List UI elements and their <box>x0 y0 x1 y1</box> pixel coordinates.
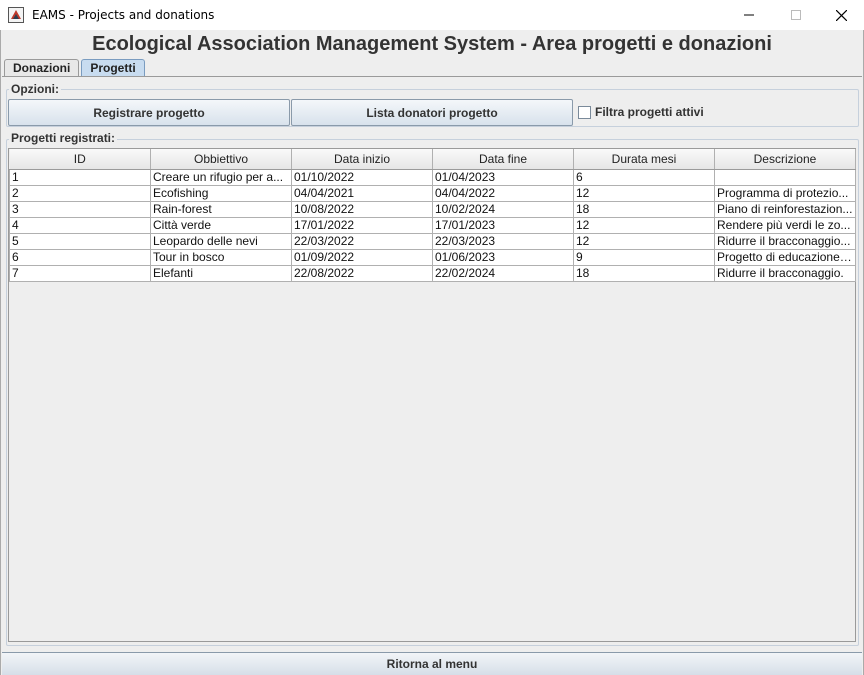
cell-durata-mesi[interactable]: 18 <box>573 264 715 282</box>
app-icon <box>8 7 24 23</box>
cell-descrizione[interactable]: Programma di protezio... <box>714 184 856 202</box>
cell-durata-mesi[interactable]: 12 <box>573 216 715 234</box>
cell-durata-mesi[interactable]: 12 <box>573 184 715 202</box>
cell-data-fine[interactable]: 22/03/2023 <box>432 232 574 250</box>
cell-data-fine[interactable]: 17/01/2023 <box>432 216 574 234</box>
cell-obbiettivo[interactable]: Creare un rifugio per a... <box>150 168 292 186</box>
cell-id[interactable]: 4 <box>9 216 151 234</box>
filter-active-label: Filtra progetti attivi <box>595 105 704 119</box>
maximize-button[interactable] <box>773 0 819 30</box>
close-button[interactable] <box>818 0 864 30</box>
table-row[interactable]: 3 Rain-forest 10/08/2022 10/02/2024 18 P… <box>9 200 856 218</box>
tab-bar: Donazioni Progetti <box>4 59 147 77</box>
cell-descrizione[interactable]: Piano di reinforestazion... <box>714 200 856 218</box>
table-row[interactable]: 1 Creare un rifugio per a... 01/10/2022 … <box>9 168 856 186</box>
tab-progetti[interactable]: Progetti <box>81 59 145 77</box>
cell-data-inizio[interactable]: 01/09/2022 <box>291 248 433 266</box>
close-icon <box>835 9 847 21</box>
cell-obbiettivo[interactable]: Città verde <box>150 216 292 234</box>
projects-table: ID Obbiettivo Data inizio Data fine Dura… <box>9 149 856 282</box>
tab-divider <box>2 76 862 77</box>
cell-data-fine[interactable]: 01/04/2023 <box>432 168 574 186</box>
options-label: Opzioni: <box>9 82 61 96</box>
cell-id[interactable]: 2 <box>9 184 151 202</box>
title-bar: EAMS - Projects and donations <box>0 0 864 30</box>
cell-data-fine[interactable]: 04/04/2022 <box>432 184 574 202</box>
cell-data-fine[interactable]: 10/02/2024 <box>432 200 574 218</box>
cell-descrizione[interactable]: Rendere più verdi le zo... <box>714 216 856 234</box>
table-row[interactable]: 7 Elefanti 22/08/2022 22/02/2024 18 Ridu… <box>9 264 856 282</box>
table-header-row: ID Obbiettivo Data inizio Data fine Dura… <box>9 149 856 170</box>
cell-obbiettivo[interactable]: Leopardo delle nevi <box>150 232 292 250</box>
table-row[interactable]: 2 Ecofishing 04/04/2021 04/04/2022 12 Pr… <box>9 184 856 202</box>
cell-id[interactable]: 7 <box>9 264 151 282</box>
cell-id[interactable]: 6 <box>9 248 151 266</box>
project-donors-button[interactable]: Lista donatori progetto <box>291 99 573 126</box>
cell-durata-mesi[interactable]: 18 <box>573 200 715 218</box>
cell-durata-mesi[interactable]: 9 <box>573 248 715 266</box>
column-header-descrizione[interactable]: Descrizione <box>714 149 856 170</box>
table-row[interactable]: 5 Leopardo delle nevi 22/03/2022 22/03/2… <box>9 232 856 250</box>
tab-donazioni[interactable]: Donazioni <box>4 59 80 77</box>
cell-descrizione[interactable] <box>714 168 856 186</box>
cell-descrizione[interactable]: Ridurre il bracconaggio. <box>714 264 856 282</box>
cell-data-inizio[interactable]: 01/10/2022 <box>291 168 433 186</box>
cell-descrizione[interactable]: Ridurre il bracconaggio... <box>714 232 856 250</box>
return-to-menu-button[interactable]: Ritorna al menu <box>2 652 862 675</box>
cell-obbiettivo[interactable]: Tour in bosco <box>150 248 292 266</box>
column-header-data-fine[interactable]: Data fine <box>432 149 574 170</box>
cell-data-fine[interactable]: 01/06/2023 <box>432 248 574 266</box>
registered-projects-label: Progetti registrati: <box>9 131 118 145</box>
cell-obbiettivo[interactable]: Ecofishing <box>150 184 292 202</box>
register-project-button[interactable]: Registrare progetto <box>8 99 290 126</box>
cell-data-inizio[interactable]: 04/04/2021 <box>291 184 433 202</box>
column-header-durata-mesi[interactable]: Durata mesi <box>573 149 715 170</box>
table-row[interactable]: 6 Tour in bosco 01/09/2022 01/06/2023 9 … <box>9 248 856 266</box>
column-header-id[interactable]: ID <box>9 149 151 170</box>
cell-data-inizio[interactable]: 17/01/2022 <box>291 216 433 234</box>
column-header-obbiettivo[interactable]: Obbiettivo <box>150 149 292 170</box>
checkbox-box[interactable] <box>578 105 591 119</box>
minimize-icon <box>744 14 754 16</box>
cell-durata-mesi[interactable]: 6 <box>573 168 715 186</box>
cell-data-inizio[interactable]: 10/08/2022 <box>291 200 433 218</box>
page-title: Ecological Association Management System… <box>92 33 772 55</box>
cell-data-fine[interactable]: 22/02/2024 <box>432 264 574 282</box>
cell-descrizione[interactable]: Progetto di educazione ... <box>714 248 856 266</box>
window-title: EAMS - Projects and donations <box>32 8 215 22</box>
cell-obbiettivo[interactable]: Elefanti <box>150 264 292 282</box>
projects-table-container[interactable]: ID Obbiettivo Data inizio Data fine Dura… <box>8 148 856 642</box>
filter-active-checkbox[interactable]: Filtra progetti attivi <box>578 105 704 119</box>
cell-data-inizio[interactable]: 22/08/2022 <box>291 264 433 282</box>
cell-id[interactable]: 5 <box>9 232 151 250</box>
maximize-icon <box>791 10 801 20</box>
cell-id[interactable]: 1 <box>9 168 151 186</box>
cell-data-inizio[interactable]: 22/03/2022 <box>291 232 433 250</box>
cell-id[interactable]: 3 <box>9 200 151 218</box>
minimize-button[interactable] <box>726 0 772 30</box>
cell-durata-mesi[interactable]: 12 <box>573 232 715 250</box>
cell-obbiettivo[interactable]: Rain-forest <box>150 200 292 218</box>
table-row[interactable]: 4 Città verde 17/01/2022 17/01/2023 12 R… <box>9 216 856 234</box>
column-header-data-inizio[interactable]: Data inizio <box>291 149 433 170</box>
